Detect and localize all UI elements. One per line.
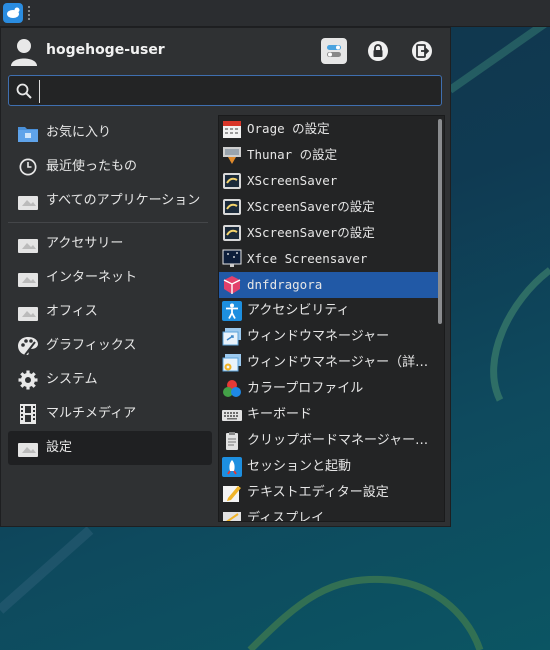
generic-app-icon [18,239,38,253]
category-all-applications[interactable]: すべてのアプリケーション [8,184,212,218]
folder-favorites-icon [18,127,38,142]
app-item-display[interactable]: ディスプレイ [219,506,441,522]
application-list[interactable]: Orage の設定 Thunar の設定 XScreenSaver XScree… [218,115,445,522]
app-item-color-profile[interactable]: カラープロファイル [219,376,441,402]
package-icon [223,276,241,294]
window-manager-tweaks-icon [222,354,241,372]
app-item-window-manager-tweaks[interactable]: ウィンドウマネージャー（詳細） [219,350,441,376]
screensaver-icon [223,225,241,241]
category-settings[interactable]: 設定 [8,431,212,465]
app-item-accessibility[interactable]: アクセシビリティ [219,298,441,324]
panel-handle[interactable] [28,6,34,20]
category-label: アクセサリー [46,236,124,251]
app-label: dnfdragora [247,277,323,292]
category-office[interactable]: オフィス [8,295,212,329]
category-label: オフィス [46,304,98,319]
app-label: Thunar の設定 [247,147,338,162]
lock-screen-button[interactable] [365,38,391,64]
app-label: Xfce Screensaver [247,251,368,266]
palette-icon [18,337,38,356]
whisker-menu-button[interactable] [2,2,24,24]
search-input[interactable] [39,80,436,103]
app-item-xfce-screensaver[interactable]: Xfce Screensaver [219,246,441,272]
file-manager-icon [223,147,241,164]
category-label: 最近使ったもの [46,159,138,174]
settings-manager-button[interactable] [321,38,347,64]
app-item-xscreensaver-settings[interactable]: XScreenSaverの設定 [219,194,441,220]
app-label: XScreenSaverの設定 [247,199,375,214]
app-item-xscreensaver-settings-2[interactable]: XScreenSaverの設定 [219,220,441,246]
category-system[interactable]: システム [8,363,212,397]
username: hogehoge-user [46,42,165,58]
app-item-thunar-settings[interactable]: Thunar の設定 [219,142,441,168]
category-label: すべてのアプリケーション [46,193,201,208]
app-item-text-editor-settings[interactable]: テキストエディター設定 [219,480,441,506]
generic-app-icon [18,443,38,457]
app-item-session-startup[interactable]: セッションと起動 [219,454,441,480]
app-item-window-manager[interactable]: ウィンドウマネージャー [219,324,441,350]
top-panel [0,0,550,27]
app-item-keyboard[interactable]: キーボード [219,402,441,428]
app-label: Orage の設定 [247,121,330,136]
app-item-dnfdragora[interactable]: dnfdragora [219,272,441,298]
app-label: セッションと起動 [247,459,352,474]
app-item-orage-settings[interactable]: Orage の設定 [219,116,441,142]
gear-icon [18,370,38,390]
app-item-xscreensaver[interactable]: XScreenSaver [219,168,441,194]
text-editor-icon [223,486,241,502]
category-list: お気に入り 最近使ったもの すべてのアプリケーション アクセサリー インターネッ… [8,116,212,465]
category-internet[interactable]: インターネット [8,261,212,295]
category-label: 設定 [46,440,73,455]
calendar-icon [223,121,241,138]
app-label: カラープロファイル [247,381,364,396]
category-label: お気に入り [46,125,112,140]
session-icon [222,457,242,477]
category-recent[interactable]: 最近使ったもの [8,150,212,184]
avatar [11,39,37,66]
app-label: ウィンドウマネージャー [247,329,390,344]
category-multimedia[interactable]: マルチメディア [8,397,212,431]
color-profile-icon [223,380,241,397]
screensaver-icon [223,173,241,189]
category-favorites[interactable]: お気に入り [8,116,212,150]
generic-app-icon [18,307,38,321]
category-accessories[interactable]: アクセサリー [8,227,212,261]
lock-icon [368,41,388,61]
category-label: マルチメディア [46,406,137,421]
category-separator [8,222,208,223]
app-label: クリップボードマネージャー… [247,433,429,448]
app-label: ディスプレイ [247,511,325,522]
app-item-clipboard-manager[interactable]: クリップボードマネージャー… [219,428,441,454]
toggle-settings-icon [327,45,341,57]
xfce-logo-icon [3,3,23,23]
accessibility-icon [222,301,242,321]
generic-app-icon [18,196,38,210]
display-icon [223,512,241,521]
clock-icon [19,158,37,176]
app-list-scrollbar[interactable] [438,119,442,324]
app-label: XScreenSaver [247,173,338,188]
generic-app-icon [18,273,38,287]
search-box [8,75,442,106]
category-label: インターネット [46,270,138,285]
logout-button[interactable] [409,38,435,64]
search-icon [16,83,32,99]
whisker-menu: hogehoge-user お気に入り 最近使ったもの すべてのアプリケーション… [0,27,451,527]
clipboard-icon [226,432,238,450]
app-label: ウィンドウマネージャー（詳細） [247,355,441,370]
app-label: XScreenSaverの設定 [247,225,375,240]
keyboard-icon [222,410,242,421]
logout-icon [412,41,432,61]
user-bar: hogehoge-user [1,28,450,74]
category-graphics[interactable]: グラフィックス [8,329,212,363]
category-label: システム [46,372,98,387]
xfce-screensaver-icon [222,249,242,267]
screensaver-icon [223,199,241,215]
window-manager-icon [222,328,241,346]
category-label: グラフィックス [46,338,137,353]
app-label: アクセシビリティ [247,303,350,318]
film-icon [20,404,36,424]
app-label: キーボード [247,407,313,422]
app-label: テキストエディター設定 [247,485,389,500]
